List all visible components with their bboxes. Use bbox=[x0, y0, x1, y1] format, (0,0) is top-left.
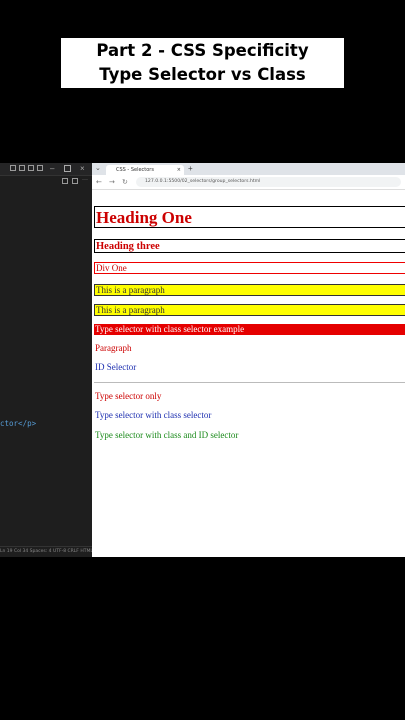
code-text: ctor</p> bbox=[0, 419, 37, 428]
type-selector-only: Type selector only bbox=[95, 391, 162, 401]
type-selector-with-class-id: Type selector with class and ID selector bbox=[95, 430, 239, 440]
paragraph-text: Paragraph bbox=[95, 343, 132, 353]
type-selector-with-class: Type selector with class selector bbox=[95, 410, 212, 420]
code-line[interactable]: ctor</p> bbox=[0, 419, 36, 428]
more-actions-icon[interactable]: ··· bbox=[82, 177, 88, 183]
address-bar-row: ← → ↻ 127.0.0.1:5500/02_selectors/group_… bbox=[92, 175, 405, 190]
panel-icon[interactable] bbox=[19, 165, 25, 171]
type-class-example: Type selector with class selector exampl… bbox=[94, 324, 405, 335]
title-line-1: Part 2 - CSS Specificity bbox=[96, 41, 309, 60]
video-title-box: Part 2 - CSS Specificity Type Selector v… bbox=[61, 38, 344, 108]
close-icon[interactable]: × bbox=[80, 163, 85, 174]
heading-one: Heading One bbox=[94, 206, 405, 228]
editor-title-bar: – × bbox=[0, 163, 92, 176]
reload-icon[interactable]: ↻ bbox=[122, 178, 128, 186]
editor-status-bar: Ln 19 Col 34 Spaces: 4 UTF-8 CRLF HTML bbox=[0, 546, 92, 557]
url-field[interactable]: 127.0.0.1:5500/02_selectors/group_select… bbox=[136, 177, 401, 187]
new-tab-button[interactable]: + bbox=[188, 164, 193, 173]
browser-window: ⌄ CSS - Selectors × + ← → ↻ 127.0.0.1:55… bbox=[92, 163, 405, 557]
sidebar-icon[interactable] bbox=[28, 165, 34, 171]
browser-tab[interactable]: CSS - Selectors × bbox=[106, 165, 184, 175]
run-icon[interactable] bbox=[62, 178, 68, 184]
paragraph-yellow-1: This is a paragraph bbox=[94, 284, 405, 296]
back-icon[interactable]: ← bbox=[96, 178, 102, 186]
title-line-2: Type Selector vs Class Selector bbox=[99, 65, 306, 108]
split-editor-icon[interactable] bbox=[72, 178, 78, 184]
minimize-icon[interactable]: – bbox=[50, 163, 54, 174]
heading-three: Heading three bbox=[94, 239, 405, 253]
paragraph-yellow-2: This is a paragraph bbox=[94, 304, 405, 316]
div-one: Div One bbox=[94, 262, 405, 274]
url-text: 127.0.0.1:5500/02_selectors/group_select… bbox=[145, 179, 261, 184]
maximize-icon[interactable] bbox=[64, 165, 71, 172]
tab-title: CSS - Selectors bbox=[116, 167, 154, 173]
tab-bar: ⌄ CSS - Selectors × + bbox=[92, 163, 405, 175]
tab-list-icon[interactable]: ⌄ bbox=[95, 164, 101, 172]
forward-icon[interactable]: → bbox=[109, 178, 115, 186]
split-icon[interactable] bbox=[37, 165, 43, 171]
tab-close-icon[interactable]: × bbox=[177, 165, 181, 175]
code-editor: – × ··· ctor</p> Ln 19 Col 34 Spaces: 4 … bbox=[0, 163, 93, 557]
horizontal-rule bbox=[94, 382, 405, 383]
layout-icon[interactable] bbox=[10, 165, 16, 171]
id-selector-text: ID Selector bbox=[95, 362, 137, 372]
